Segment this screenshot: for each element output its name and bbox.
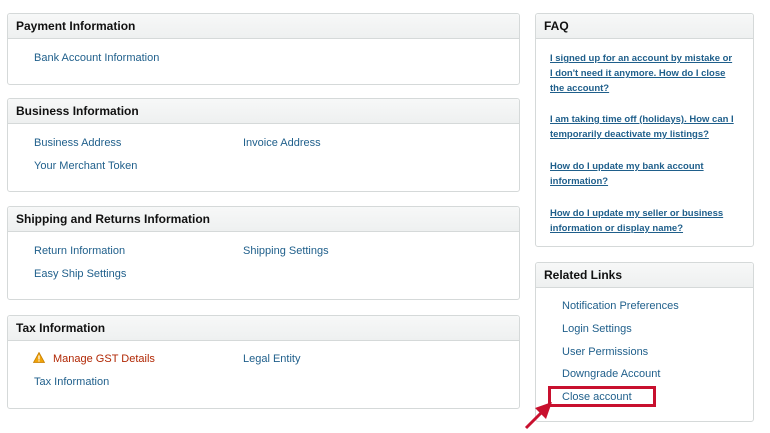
legal-entity-link[interactable]: Legal Entity: [243, 353, 300, 365]
warning-triangle-icon: [32, 351, 46, 366]
invoice-address-link[interactable]: Invoice Address: [243, 137, 321, 149]
faq-title: FAQ: [536, 14, 753, 39]
manage-gst-details-link[interactable]: Manage GST Details: [53, 353, 155, 365]
payment-information-title: Payment Information: [8, 14, 519, 39]
faq-update-seller-info-link[interactable]: How do I update my seller or business in…: [550, 206, 735, 236]
tax-information-panel: Tax Information Manage GST Details Legal…: [7, 315, 520, 409]
payment-information-panel: Payment Information Bank Account Informa…: [7, 13, 520, 85]
faq-deactivate-listings-link[interactable]: I am taking time off (holidays). How can…: [550, 112, 735, 142]
business-information-title: Business Information: [8, 99, 519, 124]
related-links-panel: Related Links Notification Preferences L…: [535, 262, 754, 422]
return-information-link[interactable]: Return Information: [34, 245, 125, 257]
faq-panel: FAQ I signed up for an account by mistak…: [535, 13, 754, 247]
notification-preferences-link[interactable]: Notification Preferences: [562, 300, 679, 312]
tax-information-title: Tax Information: [8, 316, 519, 341]
easy-ship-settings-link[interactable]: Easy Ship Settings: [34, 268, 126, 280]
merchant-token-link[interactable]: Your Merchant Token: [34, 160, 137, 172]
login-settings-link[interactable]: Login Settings: [562, 323, 632, 335]
related-links-title: Related Links: [536, 263, 753, 288]
faq-close-account-link[interactable]: I signed up for an account by mistake or…: [550, 51, 735, 96]
downgrade-account-link[interactable]: Downgrade Account: [562, 368, 660, 380]
close-account-link[interactable]: Close account: [562, 391, 632, 403]
shipping-settings-link[interactable]: Shipping Settings: [243, 245, 329, 257]
shipping-returns-panel: Shipping and Returns Information Return …: [7, 206, 520, 300]
shipping-returns-title: Shipping and Returns Information: [8, 207, 519, 232]
business-information-panel: Business Information Business Address In…: [7, 98, 520, 192]
bank-account-information-link[interactable]: Bank Account Information: [34, 52, 159, 64]
faq-update-bank-link[interactable]: How do I update my bank account informat…: [550, 159, 735, 189]
user-permissions-link[interactable]: User Permissions: [562, 346, 648, 358]
tax-information-link[interactable]: Tax Information: [34, 376, 109, 388]
business-address-link[interactable]: Business Address: [34, 137, 121, 149]
